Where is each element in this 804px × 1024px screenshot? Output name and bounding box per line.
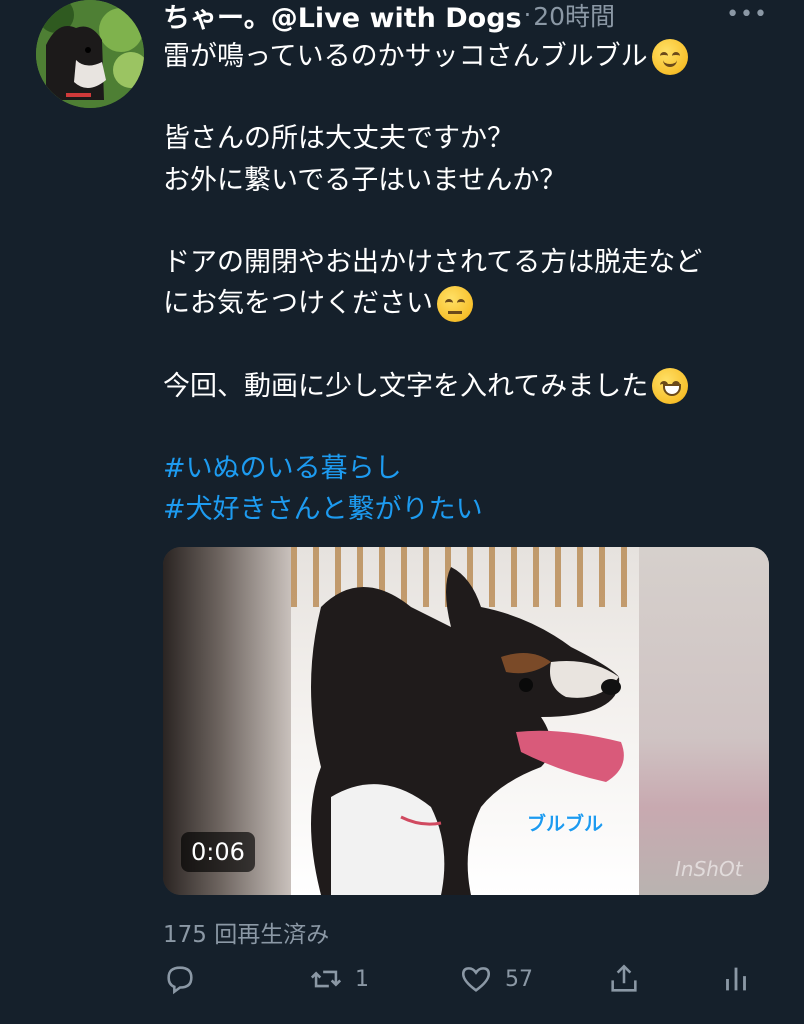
confounded-face-emoji-icon [437, 285, 473, 322]
share-icon [611, 964, 637, 992]
tweet-line: お外に繋いでる子はいませんか？ [163, 164, 567, 196]
hashtag-link[interactable]: #いぬのいる暮らし [163, 448, 402, 489]
grinning-squinting-face-emoji-icon [652, 368, 689, 405]
video-frame [291, 547, 639, 895]
tweet-line: にお気をつけください [163, 283, 783, 324]
tweet-text: 雷が鳴っているのかサッコさんブルブル 皆さんの所は大丈夫ですか？ お外に繋いでる… [163, 36, 783, 530]
video-watermark: InShOt [675, 857, 743, 881]
video-blur-right [639, 547, 769, 895]
tweet-line: 皆さんの所は大丈夫ですか？ [163, 123, 514, 155]
retweet-icon [310, 970, 342, 988]
analytics-icon [726, 967, 746, 991]
retweet-button[interactable]: 1 [309, 962, 369, 996]
like-count: 57 [505, 966, 533, 992]
view-count: 175 回再生済み [163, 922, 330, 948]
tweet-line: 雷が鳴っているのかサッコさんブルブル [163, 36, 783, 77]
timestamp[interactable]: 20時間 [533, 0, 615, 33]
avatar[interactable] [36, 0, 144, 108]
tweet-line [163, 201, 783, 242]
separator-dot: · [523, 1, 532, 29]
more-options-icon[interactable]: ••• [726, 2, 768, 27]
hashtag-link[interactable]: #犬好きさんと繋がりたい [163, 489, 483, 530]
hashtag-line: #いぬのいる暮らし [163, 448, 783, 489]
like-button[interactable]: 57 [459, 962, 533, 996]
tweet-line [163, 407, 783, 448]
video-player[interactable]: 0:06 ブルブル InShOt [163, 547, 769, 895]
reply-icon [167, 966, 193, 995]
video-duration-badge: 0:06 [181, 832, 255, 872]
tweet-line [163, 324, 783, 365]
display-name[interactable]: ちゃー。@Live with Dogs [163, 0, 522, 35]
tweet-line [163, 77, 783, 118]
heart-icon [461, 967, 491, 992]
relieved-face-emoji-icon [651, 38, 688, 75]
tweet-line: 今回、動画に少し文字を入れてみました [163, 366, 783, 407]
hashtag-line: #犬好きさんと繋がりたい [163, 489, 783, 530]
dog-avatar-image [36, 0, 144, 108]
retweet-count: 1 [355, 966, 369, 992]
share-button[interactable] [607, 962, 641, 996]
tweet-actions-bar: 1 57 [163, 962, 763, 1006]
video-caption: ブルブル [527, 813, 604, 835]
analytics-button[interactable] [719, 962, 753, 996]
dog-image [311, 567, 624, 895]
tweet-header: ちゃー。@Live with Dogs · 20時間 [163, 0, 793, 34]
reply-button[interactable] [163, 962, 209, 996]
tweet-line: ドアの開閉やお出かけされてる方は脱走など [163, 246, 703, 278]
